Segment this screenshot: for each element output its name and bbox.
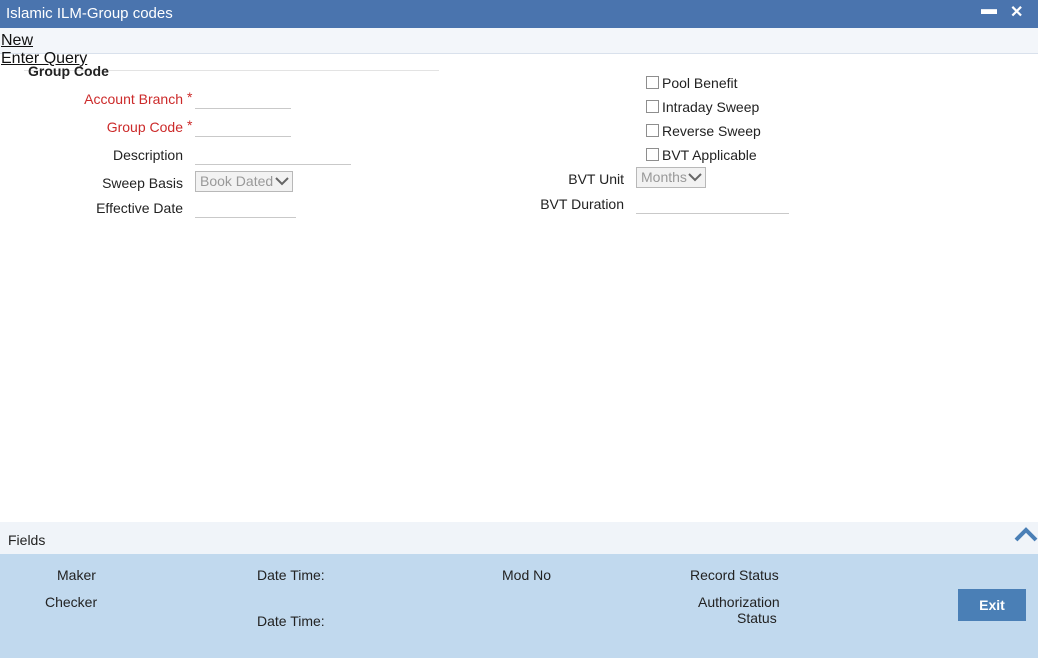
required-marker: * [187, 117, 193, 133]
intraday-sweep-label: Intraday Sweep [662, 99, 760, 115]
group-code-input[interactable] [195, 117, 291, 137]
sweep-basis-label: Sweep Basis [102, 175, 183, 191]
exit-button[interactable]: Exit [958, 589, 1026, 621]
description-label: Description [112, 147, 183, 163]
group-code-label: Group Code [106, 119, 183, 135]
pool-benefit-label: Pool Benefit [662, 75, 738, 91]
bvt-unit-select[interactable]: Months [636, 167, 706, 188]
effective-date-label: Effective Date [96, 200, 183, 216]
bvt-applicable-checkbox[interactable] [646, 148, 659, 161]
fields-bar: Fields [0, 522, 1038, 554]
mod-no-label: Mod No [502, 567, 552, 583]
authorization-status-label: Status [737, 610, 777, 626]
chevron-up-icon[interactable] [1014, 526, 1038, 544]
chevron-down-icon [274, 173, 290, 192]
section-title: Group Code [28, 63, 109, 79]
checker-date-time-label: Date Time: [257, 613, 325, 629]
account-branch-label: Account Branch [84, 91, 183, 107]
intraday-sweep-checkbox[interactable] [646, 100, 659, 113]
record-status-label: Record Status [690, 567, 779, 583]
bvt-unit-label: BVT Unit [568, 171, 624, 187]
authorization-label: Authorization [698, 594, 780, 610]
description-input[interactable] [195, 145, 351, 165]
bvt-unit-value: Months [641, 169, 687, 185]
title-bar: Islamic ILM-Group codes ▬ ✕ [0, 0, 1038, 28]
window-title: Islamic ILM-Group codes [6, 5, 173, 22]
sweep-basis-value: Book Dated [200, 173, 274, 189]
maker-date-time-label: Date Time: [257, 567, 325, 583]
menu-bar [0, 28, 1038, 54]
reverse-sweep-checkbox[interactable] [646, 124, 659, 137]
account-branch-input[interactable] [195, 89, 291, 109]
bvt-duration-label: BVT Duration [540, 196, 624, 212]
checker-label: Checker [45, 594, 98, 610]
close-button[interactable]: ✕ [1010, 2, 1023, 22]
minimize-button[interactable]: ▬ [981, 1, 997, 19]
maker-label: Maker [57, 567, 96, 583]
new-link[interactable]: New [1, 32, 33, 50]
chevron-down-icon [687, 169, 703, 188]
required-marker: * [187, 89, 193, 105]
sweep-basis-select[interactable]: Book Dated [195, 171, 293, 192]
fields-label: Fields [8, 532, 46, 548]
bvt-duration-input[interactable] [636, 194, 789, 214]
pool-benefit-checkbox[interactable] [646, 76, 659, 89]
bvt-applicable-label: BVT Applicable [662, 147, 757, 163]
reverse-sweep-label: Reverse Sweep [662, 123, 761, 139]
effective-date-input[interactable] [195, 198, 296, 218]
